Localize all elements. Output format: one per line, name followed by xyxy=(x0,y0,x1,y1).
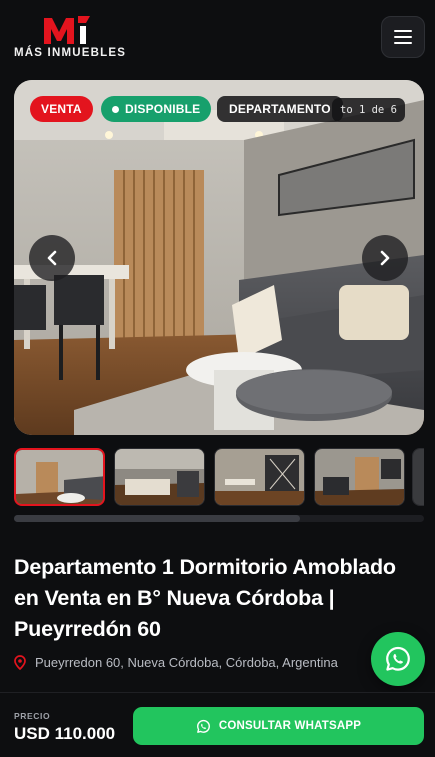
thumbnail-image xyxy=(215,449,304,505)
price-value: USD 110.000 xyxy=(14,724,116,743)
consult-whatsapp-label: CONSULTAR WHATSAPP xyxy=(218,720,362,732)
thumbnail-3[interactable] xyxy=(214,448,305,506)
logo-mark-icon xyxy=(44,16,90,44)
thumbnail-1[interactable] xyxy=(14,448,105,506)
price-label: PRECIO xyxy=(14,711,51,721)
operation-badge: VENTA xyxy=(30,96,93,122)
whatsapp-icon xyxy=(196,719,211,734)
thumbnail-scrollbar[interactable] xyxy=(14,515,424,522)
photo-counter: to 1 de 6 xyxy=(332,98,405,122)
thumbnail-image xyxy=(315,449,404,505)
property-gallery[interactable]: VENTA DISPONIBLE DEPARTAMENTO to 1 de 6 xyxy=(14,80,424,435)
property-type-badge: DEPARTAMENTO xyxy=(217,96,343,122)
hamburger-menu-icon xyxy=(394,30,412,44)
thumbnail-5[interactable] xyxy=(412,448,424,506)
consult-whatsapp-button[interactable]: CONSULTAR WHATSAPP xyxy=(133,707,424,745)
thumbnail-4[interactable] xyxy=(314,448,405,506)
map-pin-icon xyxy=(14,655,26,670)
gallery-next-button[interactable] xyxy=(362,235,408,281)
thumbnail-strip[interactable] xyxy=(14,448,424,508)
listing-address: Pueyrredon 60, Nueva Córdoba, Córdoba, A… xyxy=(14,655,338,670)
thumbnail-image xyxy=(115,449,204,505)
logo-wordmark: MÁS INMUEBLES xyxy=(14,47,127,59)
status-badge: DISPONIBLE xyxy=(101,96,212,122)
status-badge-label: DISPONIBLE xyxy=(125,102,201,116)
gallery-prev-button[interactable] xyxy=(29,235,75,281)
chevron-right-icon xyxy=(380,250,390,266)
chevron-left-icon xyxy=(47,250,57,266)
listing-title: Departamento 1 Dormitorio Amoblado en Ve… xyxy=(14,555,396,641)
thumbnail-image xyxy=(16,450,103,504)
price-footer-bar: PRECIO USD 110.000 CONSULTAR WHATSAPP xyxy=(0,692,435,757)
site-header: MÁS INMUEBLES xyxy=(0,0,435,78)
whatsapp-icon xyxy=(386,646,410,671)
site-logo[interactable]: MÁS INMUEBLES xyxy=(14,14,127,62)
whatsapp-floating-button[interactable] xyxy=(371,632,425,686)
thumbnail-image xyxy=(413,449,424,505)
menu-button[interactable] xyxy=(381,16,425,58)
status-dot-icon xyxy=(112,105,119,113)
listing-address-text: Pueyrredon 60, Nueva Córdoba, Córdoba, A… xyxy=(35,655,338,670)
thumbnail-scrollbar-thumb[interactable] xyxy=(14,515,300,522)
thumbnail-2[interactable] xyxy=(114,448,205,506)
